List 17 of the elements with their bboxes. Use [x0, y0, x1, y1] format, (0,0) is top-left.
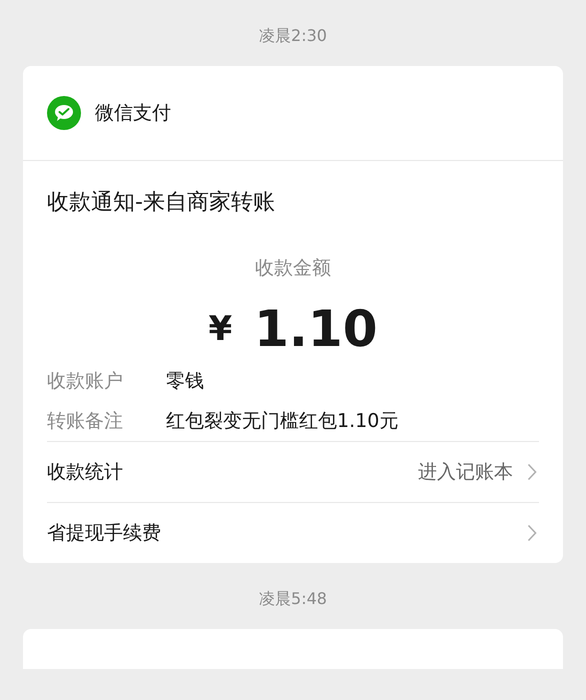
message-time: 凌晨5:48 — [258, 588, 328, 610]
link-hint: 进入记账本 — [418, 460, 513, 485]
link-label: 省提现手续费 — [47, 521, 162, 546]
chevron-icon — [527, 524, 537, 542]
message-time: 凌晨2:30 — [258, 25, 328, 47]
currency-sign: ¥ — [208, 309, 232, 349]
pay-logo-icon — [47, 96, 81, 130]
chevron-icon — [527, 463, 537, 481]
amount-label: 收款金额 — [254, 256, 332, 281]
detail-label: 转账备注 — [47, 409, 124, 434]
sender-name: 微信支付 — [95, 101, 171, 126]
detail-label: 收款账户 — [47, 369, 124, 394]
amount-value: 1.10 — [254, 300, 378, 358]
link-label: 收款统计 — [47, 460, 124, 485]
detail-value: 红包裂变无门槛红包1.10元 — [166, 409, 398, 434]
detail-value: 零钱 — [166, 369, 204, 394]
notice-title: 收款通知-来自商家转账 — [47, 189, 276, 217]
